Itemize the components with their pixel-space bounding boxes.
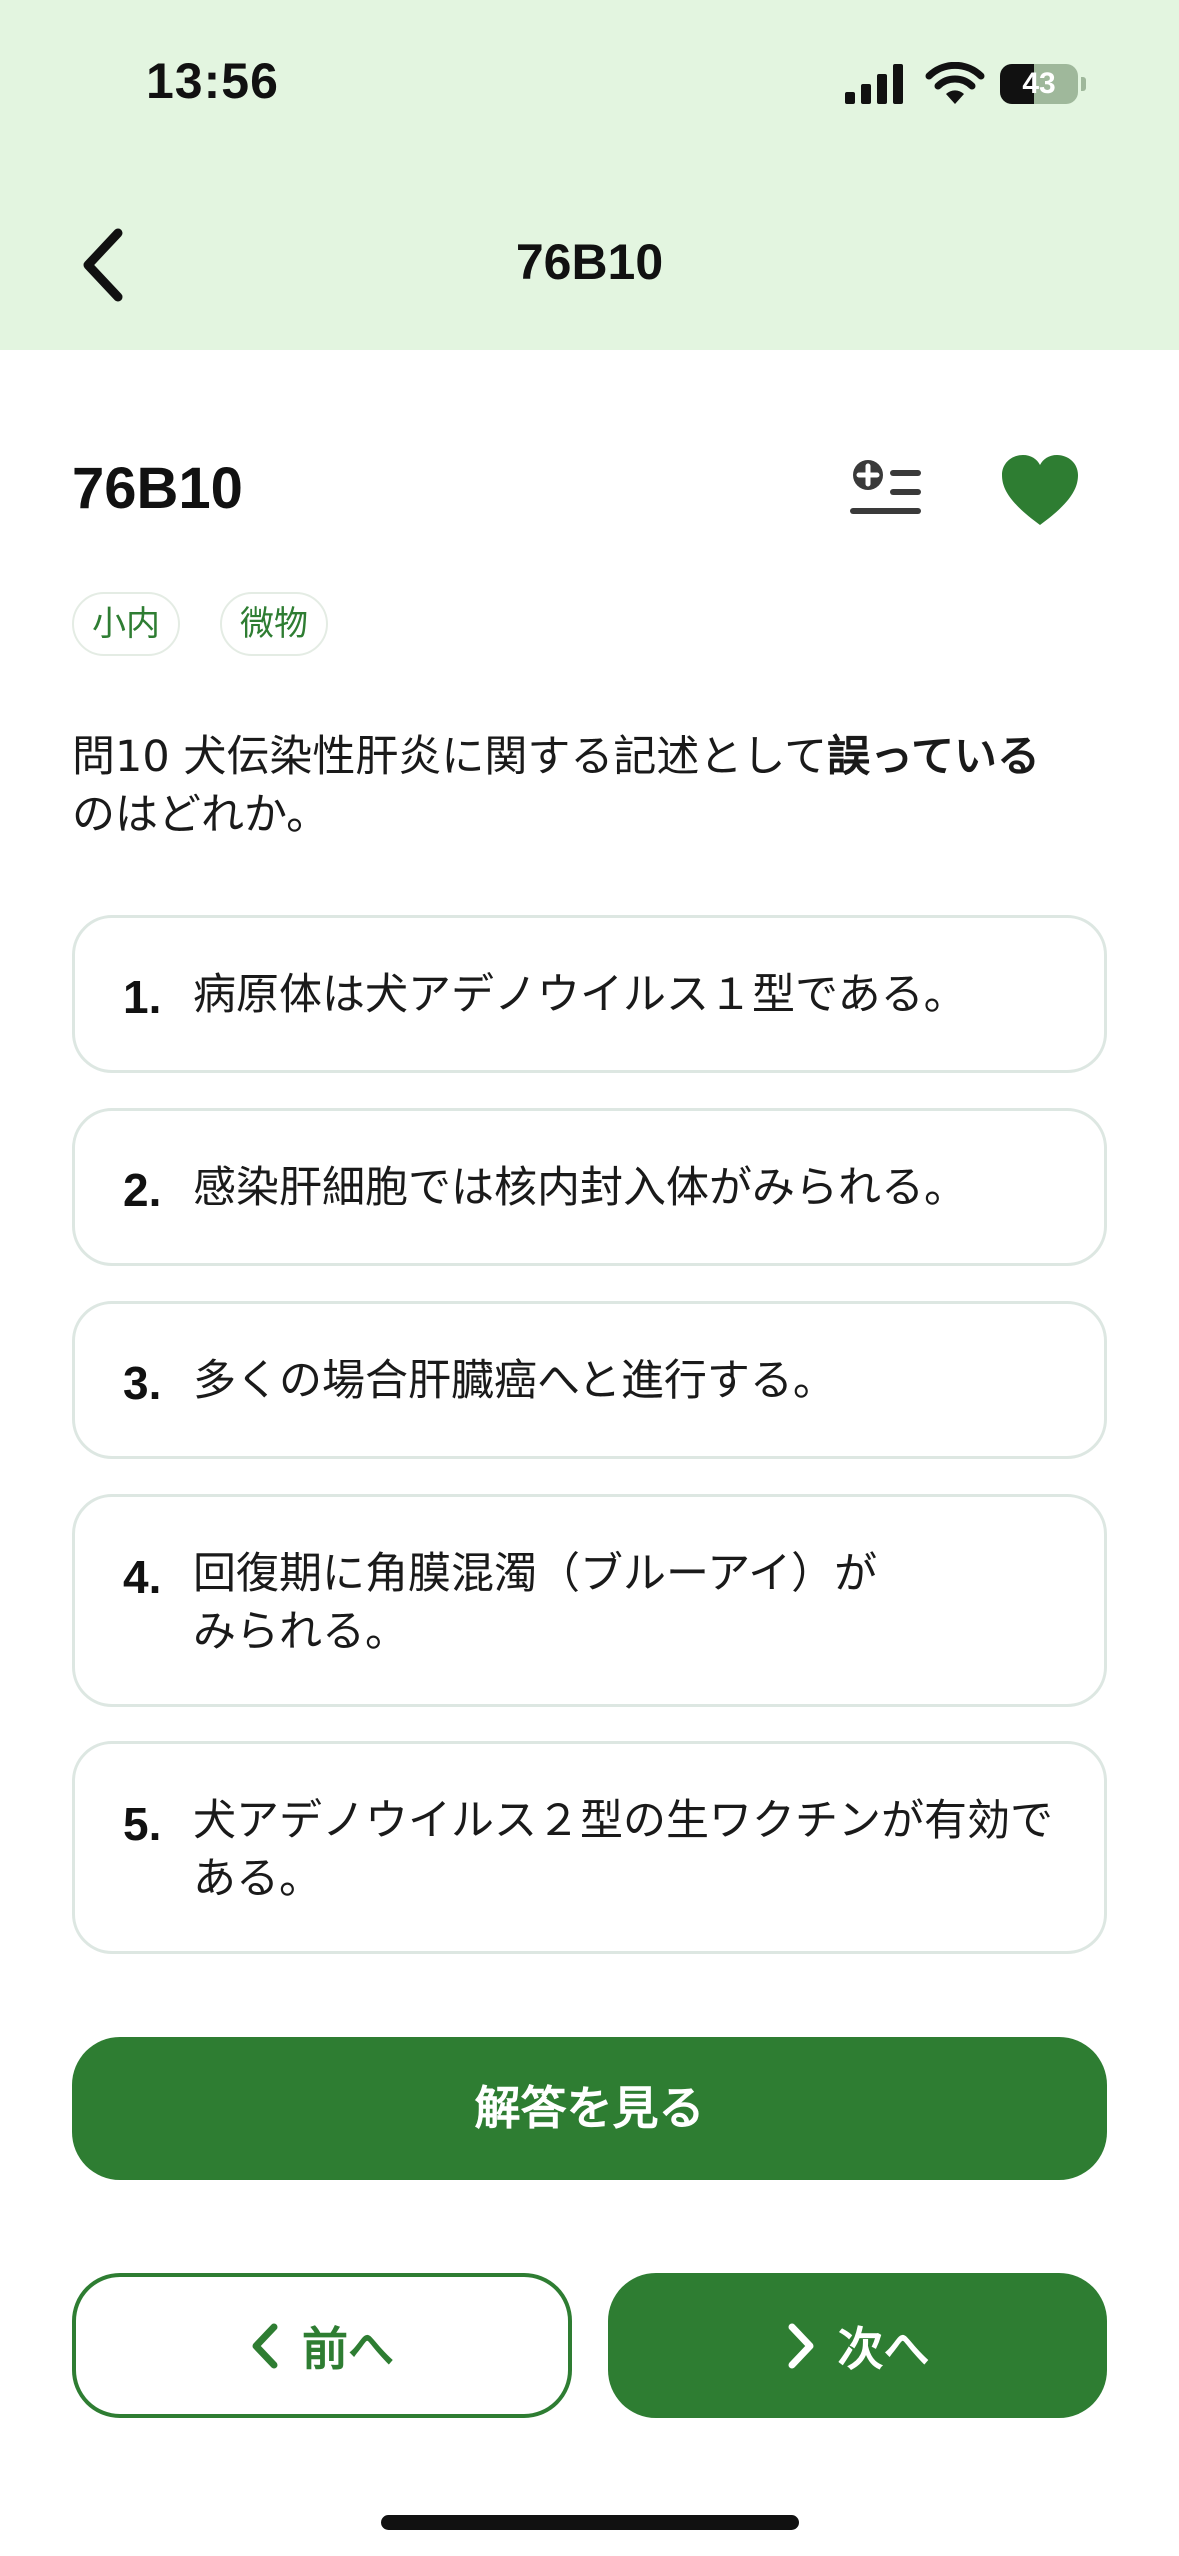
choice-option-2[interactable]: 2. 感染肝細胞では核内封入体がみられる。 xyxy=(72,1108,1107,1266)
battery-tip xyxy=(1081,77,1086,91)
tag-chip: 小内 xyxy=(72,592,180,656)
heart-icon xyxy=(1002,455,1078,525)
choice-number: 4. xyxy=(123,1551,162,1603)
choice-number: 2. xyxy=(123,1164,162,1216)
choice-text: 多くの場合肝臓癌へと進行する。 xyxy=(193,1356,836,1406)
question-text: 問10 犬伝染性肝炎に関する記述として誤っているのはどれか。 xyxy=(72,728,1112,844)
next-button-content: 次へ xyxy=(608,2273,1107,2418)
choice-number: 3. xyxy=(123,1357,162,1409)
choice-text: 病原体は犬アデノウイルス１型である。 xyxy=(193,970,967,1020)
header: 13:56 43 76B10 xyxy=(0,0,1179,350)
show-answer-button[interactable]: 解答を見る xyxy=(72,2037,1107,2180)
chevron-right-icon xyxy=(788,2323,813,2368)
previous-label: 前へ xyxy=(302,2321,394,2376)
choice-option-4[interactable]: 4. 回復期に角膜混濁（ブルーアイ）が みられる。 xyxy=(72,1494,1107,1707)
choice-option-5[interactable]: 5. 犬アデノウイルス２型の生ワクチンが有効である。 xyxy=(72,1741,1107,1954)
tag-chip: 微物 xyxy=(220,592,328,656)
question-text-emphasis: 誤っている xyxy=(827,732,1040,782)
choice-text: 犬アデノウイルス２型の生ワクチンが有効である。 xyxy=(193,1796,1053,1904)
battery-level: 43 xyxy=(1022,67,1056,100)
next-label: 次へ xyxy=(837,2321,930,2376)
wifi-icon xyxy=(925,62,985,104)
previous-button[interactable]: 前へ xyxy=(72,2273,572,2418)
add-to-list-button[interactable] xyxy=(848,455,923,525)
choice-text: 感染肝細胞では核内封入体がみられる。 xyxy=(193,1163,967,1213)
choice-number: 1. xyxy=(123,971,162,1023)
question-text-after: のはどれか。 xyxy=(72,790,330,840)
choice-number: 5. xyxy=(123,1798,162,1850)
status-time: 13:56 xyxy=(146,53,279,109)
add-to-list-icon xyxy=(850,460,921,514)
home-indicator xyxy=(381,2515,799,2530)
chevron-left-icon xyxy=(252,2323,278,2368)
status-icons: 43 xyxy=(845,62,1086,110)
next-button[interactable]: 次へ xyxy=(608,2273,1107,2418)
choice-option-3[interactable]: 3. 多くの場合肝臓癌へと進行する。 xyxy=(72,1301,1107,1459)
favorite-button[interactable] xyxy=(1000,455,1080,527)
previous-button-content: 前へ xyxy=(76,2277,568,2414)
question-id: 76B10 xyxy=(72,456,243,521)
question-text-before: 問10 犬伝染性肝炎に関する記述として xyxy=(72,732,828,782)
cellular-signal-icon xyxy=(845,64,903,104)
choice-text: 回復期に角膜混濁（ブルーアイ）が みられる。 xyxy=(193,1549,878,1657)
choice-option-1[interactable]: 1. 病原体は犬アデノウイルス１型である。 xyxy=(72,915,1107,1073)
battery-icon: 43 xyxy=(1000,64,1078,104)
nav-title: 76B10 xyxy=(515,234,664,290)
